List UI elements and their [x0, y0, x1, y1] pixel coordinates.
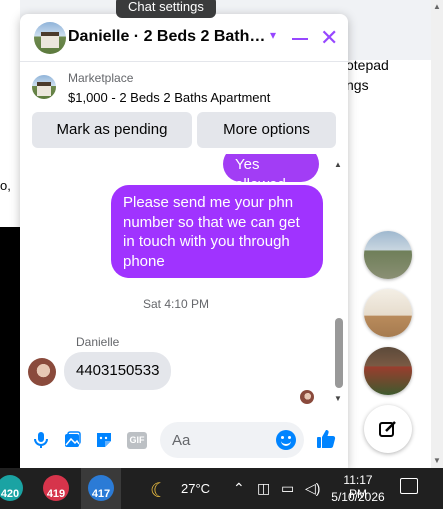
- more-options-button[interactable]: More options: [197, 112, 336, 148]
- new-message-button[interactable]: [364, 405, 412, 453]
- scroll-down-icon[interactable]: ▼: [433, 456, 441, 465]
- seen-receipt-avatar: [300, 390, 314, 404]
- chat-settings-tooltip: Chat settings: [116, 0, 216, 18]
- outgoing-message: Please send me your phn number so that w…: [111, 185, 323, 278]
- taskbar-app-badge: 420: [0, 488, 20, 500]
- listing-title[interactable]: $1,000 - 2 Beds 2 Baths Apartment: [68, 90, 270, 105]
- scroll-up-icon[interactable]: ▲: [334, 160, 342, 169]
- scroll-down-icon[interactable]: ▼: [334, 394, 342, 403]
- background-text-fragment: o,: [0, 178, 11, 193]
- taskbar-app-active[interactable]: 417: [81, 468, 121, 509]
- moon-weather-icon[interactable]: ☾: [150, 478, 168, 503]
- timestamp-separator: Sat 4:10 PM: [142, 297, 210, 311]
- composer: GIF Aa: [20, 416, 348, 468]
- background-text-notepad: otepad: [346, 57, 389, 73]
- close-icon[interactable]: ✕: [320, 26, 338, 50]
- message-list: Yes allowed Please send me your phn numb…: [20, 154, 348, 406]
- clock-date[interactable]: 5/10/2026: [328, 490, 388, 504]
- photo-icon[interactable]: [62, 430, 82, 450]
- background-top-strip: [345, 0, 443, 60]
- notification-icon[interactable]: [400, 478, 418, 494]
- mark-as-pending-button[interactable]: Mark as pending: [32, 112, 192, 148]
- outgoing-message: Yes allowed: [223, 154, 319, 193]
- chevron-down-icon[interactable]: ▾: [270, 28, 276, 42]
- sender-avatar[interactable]: [28, 358, 56, 386]
- scrollbar-thumb[interactable]: [335, 318, 343, 388]
- emoji-icon[interactable]: [276, 430, 296, 450]
- sticker-icon[interactable]: [94, 430, 114, 450]
- microphone-icon[interactable]: [31, 430, 51, 450]
- temperature[interactable]: 27°C: [181, 481, 210, 496]
- message-scrollbar[interactable]: ▲ ▼: [333, 158, 345, 406]
- taskbar-app[interactable]: 419: [36, 468, 76, 509]
- incoming-message: 4403150533: [64, 352, 172, 390]
- listing-thumbnail[interactable]: [32, 75, 56, 99]
- background-video-area: [0, 227, 20, 468]
- taskbar-app-badge: 419: [46, 488, 66, 500]
- network-icon[interactable]: ▭: [281, 480, 294, 497]
- gif-icon[interactable]: GIF: [127, 432, 147, 449]
- taskbar-app-badge: 417: [91, 488, 111, 500]
- chat-window: Danielle · 2 Beds 2 Baths A... ▾ ✕ Marke…: [20, 14, 348, 468]
- sender-name: Danielle: [76, 335, 120, 349]
- new-message-icon: [379, 421, 396, 437]
- message-input-placeholder: Aa: [172, 432, 191, 449]
- chathead-house-1[interactable]: [364, 231, 412, 279]
- volume-icon[interactable]: ◁): [305, 480, 320, 497]
- minimize-icon[interactable]: [292, 38, 308, 40]
- marketplace-label: Marketplace: [68, 71, 134, 85]
- taskbar-app[interactable]: 420: [0, 468, 30, 509]
- chathead-house-2[interactable]: [364, 289, 412, 337]
- scroll-up-icon[interactable]: ▲: [433, 2, 441, 11]
- page-scrollbar[interactable]: ▲ ▼: [431, 0, 443, 468]
- chathead-house-3[interactable]: [364, 347, 412, 395]
- like-icon[interactable]: [315, 428, 337, 450]
- contact-avatar[interactable]: [34, 22, 66, 54]
- camera-icon[interactable]: ◫: [257, 480, 270, 497]
- chat-title[interactable]: Danielle · 2 Beds 2 Baths A...: [68, 28, 268, 46]
- chat-header[interactable]: Danielle · 2 Beds 2 Baths A... ▾ ✕: [20, 14, 348, 62]
- background-text-settings: ngs: [346, 77, 369, 93]
- chevron-up-icon[interactable]: ⌃: [233, 480, 245, 497]
- taskbar: 420 419 417 ☾ 27°C ⌃ ◫ ▭ ◁) 11:17 PM 5/1…: [0, 468, 443, 509]
- message-input[interactable]: Aa: [160, 422, 304, 458]
